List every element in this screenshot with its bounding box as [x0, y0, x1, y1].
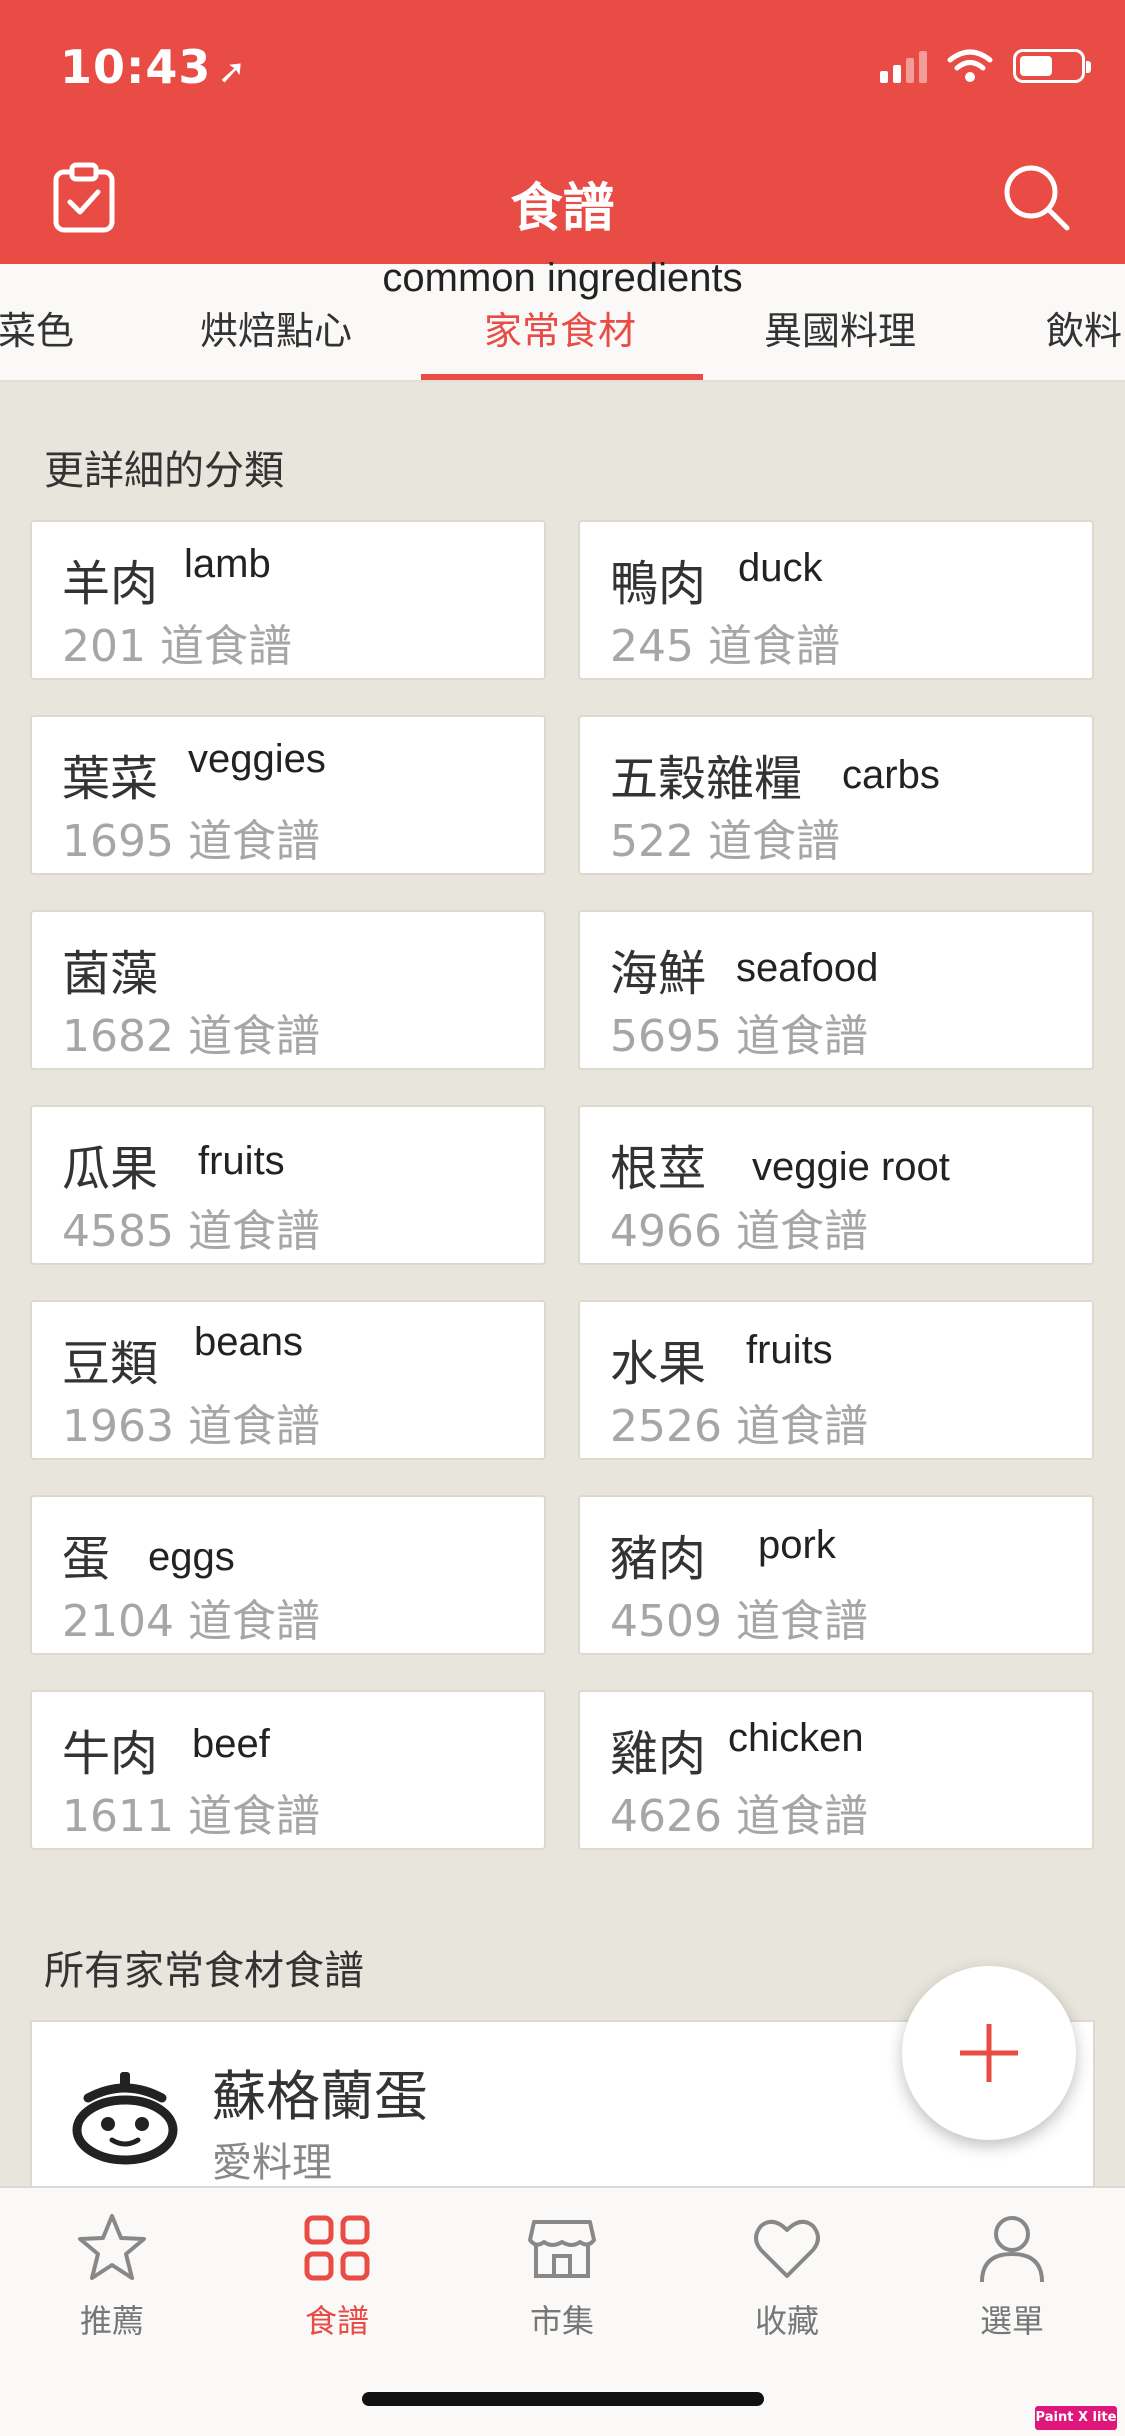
category-count: 245 道食譜 — [610, 621, 840, 672]
category-name: 鴨肉 — [610, 556, 707, 612]
battery-icon — [1013, 49, 1091, 83]
tab-dishes[interactable]: 菜色 — [0, 300, 74, 355]
category-card-seafood[interactable]: 海鮮 seafood 5695 道食譜 — [578, 910, 1094, 1070]
category-count: 4626 道食譜 — [610, 1791, 868, 1842]
nav-label: 收藏 — [754, 2302, 819, 2340]
grid-icon — [304, 2215, 370, 2281]
category-name: 水果 — [610, 1336, 707, 1392]
category-name: 海鮮 — [610, 946, 707, 1002]
category-count: 1682 道食譜 — [62, 1011, 320, 1062]
store-icon — [528, 2220, 596, 2278]
category-count: 522 道食譜 — [610, 816, 840, 867]
active-tab-indicator — [421, 374, 703, 380]
recipe-author: 愛料理 — [212, 2140, 332, 2186]
category-count: 201 道食譜 — [62, 621, 292, 672]
category-count: 4966 道食譜 — [610, 1206, 868, 1257]
category-name: 豆類 — [62, 1336, 159, 1392]
category-english: beef — [192, 1722, 270, 1766]
tab-annotation: common ingredients — [382, 256, 743, 300]
home-indicator[interactable] — [362, 2392, 764, 2406]
category-count: 1963 道食譜 — [62, 1401, 320, 1452]
status-icons — [880, 48, 1091, 84]
category-card-fungi[interactable]: 菌藻 1682 道食譜 — [30, 910, 546, 1070]
category-card-carbs[interactable]: 五穀雜糧 carbs 522 道食譜 — [578, 715, 1094, 875]
category-count: 5695 道食譜 — [610, 1011, 868, 1062]
category-name: 豬肉 — [610, 1531, 707, 1587]
category-card-beans[interactable]: 豆類 beans 1963 道食譜 — [30, 1300, 546, 1460]
category-name: 雞肉 — [610, 1726, 707, 1782]
category-card-eggs[interactable]: 蛋 eggs 2104 道食譜 — [30, 1495, 546, 1655]
nav-recipes[interactable]: 食譜 — [257, 2208, 417, 2342]
category-card-pork[interactable]: 豬肉 pork 4509 道食譜 — [578, 1495, 1094, 1655]
all-recipes-section-title: 所有家常食材食譜 — [44, 1948, 364, 1994]
category-card-veggies[interactable]: 葉菜 veggies 1695 道食譜 — [30, 715, 546, 875]
category-name: 瓜果 — [62, 1141, 159, 1197]
location-arrow-icon: ➚ — [217, 52, 247, 92]
category-english: veggie root — [752, 1145, 950, 1189]
category-card-melons[interactable]: 瓜果 fruits 4585 道食譜 — [30, 1105, 546, 1265]
nav-favorites[interactable]: 收藏 — [707, 2208, 867, 2342]
category-english: pork — [758, 1523, 836, 1567]
category-english: fruits — [198, 1139, 285, 1183]
category-count: 1695 道食譜 — [62, 816, 320, 867]
recipe-name: 蘇格蘭蛋 — [212, 2065, 428, 2128]
tab-foreign-cuisine[interactable]: 異國料理 — [764, 300, 916, 355]
category-count: 2526 道食譜 — [610, 1401, 868, 1452]
detail-section-title: 更詳細的分類 — [44, 448, 284, 494]
heart-icon — [754, 2219, 820, 2278]
category-english: chicken — [728, 1716, 864, 1760]
cellular-signal-icon — [880, 49, 927, 83]
category-english: fruits — [746, 1328, 833, 1372]
person-icon — [980, 2216, 1044, 2283]
category-count: 2104 道食譜 — [62, 1596, 320, 1647]
category-name: 五穀雜糧 — [610, 751, 803, 807]
category-card-beef[interactable]: 牛肉 beef 1611 道食譜 — [30, 1690, 546, 1850]
watermark-badge: Paint X lite — [1035, 2406, 1117, 2430]
nav-label: 市集 — [529, 2302, 594, 2340]
category-name: 蛋 — [62, 1531, 111, 1587]
nav-menu[interactable]: 選單 — [932, 2208, 1092, 2342]
category-english: seafood — [736, 946, 879, 990]
category-english: duck — [738, 546, 823, 590]
category-name: 羊肉 — [62, 556, 159, 612]
plus-icon — [960, 2024, 1018, 2082]
category-name: 牛肉 — [62, 1726, 159, 1782]
category-english: carbs — [842, 753, 940, 797]
tab-baking[interactable]: 烘焙點心 — [200, 300, 352, 355]
wifi-icon — [947, 49, 993, 82]
status-time: 10:43 ➚ — [60, 40, 247, 94]
category-english: veggies — [188, 737, 326, 781]
category-card-chicken[interactable]: 雞肉 chicken 4626 道食譜 — [578, 1690, 1094, 1850]
nav-label: 選單 — [979, 2302, 1044, 2340]
nav-market[interactable]: 市集 — [482, 2208, 642, 2342]
category-english: lamb — [184, 542, 271, 586]
tab-drinks[interactable]: 飲料 — [1046, 300, 1122, 355]
category-count: 4509 道食譜 — [610, 1596, 868, 1647]
category-english: eggs — [148, 1535, 235, 1579]
category-english: beans — [194, 1320, 303, 1364]
nav-recommend[interactable]: 推薦 — [32, 2208, 192, 2342]
add-recipe-button[interactable] — [902, 1966, 1076, 2140]
cooking-pot-logo-icon — [72, 2072, 178, 2165]
top-header: 10:43 ➚ 食譜 — [0, 0, 1125, 264]
category-count: 1611 道食譜 — [62, 1791, 320, 1842]
category-card-root-veggies[interactable]: 根莖 veggie root 4966 道食譜 — [578, 1105, 1094, 1265]
nav-label: 推薦 — [79, 2302, 144, 2340]
category-card-fruits[interactable]: 水果 fruits 2526 道食譜 — [578, 1300, 1094, 1460]
nav-label: 食譜 — [304, 2302, 369, 2340]
tab-common-ingredients[interactable]: 家常食材 — [484, 300, 636, 355]
category-name: 菌藻 — [62, 946, 159, 1002]
page-title: 食譜 — [510, 179, 615, 239]
star-icon — [78, 2214, 146, 2280]
category-card-duck[interactable]: 鴨肉 duck 245 道食譜 — [578, 520, 1094, 680]
category-name: 葉菜 — [62, 751, 159, 807]
category-count: 4585 道食譜 — [62, 1206, 320, 1257]
category-name: 根莖 — [610, 1141, 707, 1197]
search-icon[interactable] — [1001, 162, 1073, 234]
category-card-lamb[interactable]: 羊肉 lamb 201 道食譜 — [30, 520, 546, 680]
